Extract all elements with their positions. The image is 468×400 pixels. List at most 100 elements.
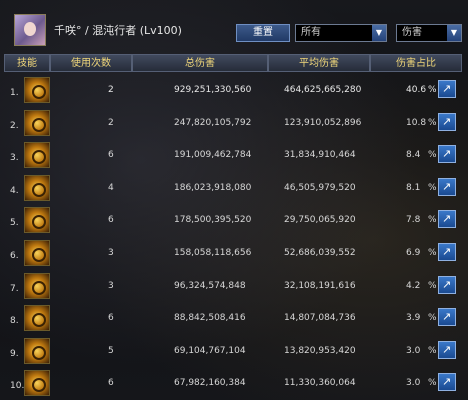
row-total-damage: 88,842,508,416: [174, 313, 246, 324]
row-uses: 3: [108, 280, 114, 291]
percent-sign: %: [428, 247, 437, 258]
percent-sign: %: [428, 313, 437, 324]
row-damage-share: 6.9: [406, 247, 421, 258]
chevron-down-icon: ▼: [372, 25, 386, 41]
table-row: 4. 4 186,023,918,080 46,505,979,520 8.1 …: [4, 172, 462, 205]
share-icon[interactable]: ↗: [438, 373, 456, 392]
row-average-damage: 123,910,052,896: [284, 117, 362, 128]
row-damage-share: 3.0: [406, 378, 421, 389]
share-icon[interactable]: ↗: [438, 210, 456, 229]
table-header: 技能 使用次数 总伤害 平均伤害 伤害占比: [4, 54, 462, 72]
row-rank: 10.: [10, 381, 25, 392]
row-rank: 2.: [10, 120, 19, 131]
avatar-face: [24, 22, 36, 36]
damage-panel-header: 千咲° / 混沌行者 (Lv100) 重置 所有 ▼ 伤害 ▼: [0, 0, 468, 52]
share-icon[interactable]: ↗: [438, 275, 456, 294]
row-average-damage: 46,505,979,520: [284, 182, 356, 193]
row-total-damage: 69,104,767,104: [174, 345, 246, 356]
row-rank: 8.: [10, 316, 19, 327]
row-total-damage: 178,500,395,520: [174, 215, 252, 226]
skill-icon: [24, 272, 50, 299]
share-icon[interactable]: ↗: [438, 177, 456, 196]
share-icon[interactable]: ↗: [438, 112, 456, 131]
share-icon[interactable]: ↗: [438, 242, 456, 261]
row-rank: 5.: [10, 218, 19, 229]
row-total-damage: 96,324,574,848: [174, 280, 246, 291]
row-damage-share: 7.8: [406, 215, 421, 226]
row-rank: 1.: [10, 88, 19, 98]
row-average-damage: 464,625,665,280: [284, 85, 362, 95]
table-row: 2. 2 247,820,105,792 123,910,052,896 10.…: [4, 107, 462, 140]
column-total-damage[interactable]: 总伤害: [132, 54, 268, 72]
percent-sign: %: [428, 85, 437, 95]
row-rank: 6.: [10, 250, 19, 261]
row-total-damage: 191,009,462,784: [174, 150, 252, 161]
skill-icon: [24, 370, 50, 397]
table-row: 8. 6 88,842,508,416 14,807,084,736 3.9 %…: [4, 302, 462, 335]
row-average-damage: 32,108,191,616: [284, 280, 356, 291]
row-damage-share: 8.4: [406, 150, 421, 161]
skill-icon: [24, 239, 50, 266]
row-total-damage: 247,820,105,792: [174, 117, 252, 128]
share-icon[interactable]: ↗: [438, 145, 456, 164]
row-uses: 6: [108, 150, 114, 161]
skill-icon: [24, 207, 50, 234]
row-total-damage: 186,023,918,080: [174, 182, 252, 193]
percent-sign: %: [428, 215, 437, 226]
skill-icon: [24, 142, 50, 169]
table-row: 7. 3 96,324,574,848 32,108,191,616 4.2 %…: [4, 270, 462, 303]
row-average-damage: 52,686,039,552: [284, 247, 356, 258]
percent-sign: %: [428, 117, 437, 128]
percent-sign: %: [428, 280, 437, 291]
character-name: 千咲° / 混沌行者 (Lv100): [54, 24, 182, 37]
row-damage-share: 3.9: [406, 313, 421, 324]
row-uses: 4: [108, 182, 114, 193]
column-uses[interactable]: 使用次数: [50, 54, 132, 72]
reset-button[interactable]: 重置: [236, 24, 290, 42]
column-average-damage[interactable]: 平均伤害: [268, 54, 370, 72]
percent-sign: %: [428, 378, 437, 389]
row-damage-share: 40.6: [406, 85, 427, 95]
skill-icon: [24, 77, 50, 103]
share-icon[interactable]: ↗: [438, 340, 456, 359]
row-rank: 4.: [10, 185, 19, 196]
table-row: 6. 3 158,058,118,656 52,686,039,552 6.9 …: [4, 237, 462, 270]
percent-sign: %: [428, 345, 437, 356]
row-uses: 2: [108, 85, 114, 95]
skill-icon: [24, 109, 50, 136]
skill-damage-table: 1. 2 929,251,330,560 464,625,665,280 40.…: [4, 74, 462, 400]
skill-icon: [24, 174, 50, 201]
target-select[interactable]: 所有 ▼: [295, 24, 387, 42]
column-skill[interactable]: 技能: [4, 54, 50, 72]
row-average-damage: 13,820,953,420: [284, 345, 356, 356]
row-uses: 2: [108, 117, 114, 128]
type-select[interactable]: 伤害 ▼: [396, 24, 462, 42]
row-average-damage: 29,750,065,920: [284, 215, 356, 226]
row-uses: 6: [108, 313, 114, 324]
row-rank: 9.: [10, 348, 19, 359]
row-total-damage: 67,982,160,384: [174, 378, 246, 389]
row-rank: 7.: [10, 283, 19, 294]
table-row: 1. 2 929,251,330,560 464,625,665,280 40.…: [4, 74, 462, 107]
row-total-damage: 158,058,118,656: [174, 247, 252, 258]
row-average-damage: 31,834,910,464: [284, 150, 356, 161]
table-row: 3. 6 191,009,462,784 31,834,910,464 8.4 …: [4, 139, 462, 172]
share-icon[interactable]: ↗: [438, 80, 456, 98]
percent-sign: %: [428, 150, 437, 161]
target-select-value: 所有: [301, 27, 321, 38]
row-average-damage: 11,330,360,064: [284, 378, 356, 389]
skill-icon: [24, 305, 50, 332]
row-uses: 6: [108, 215, 114, 226]
row-uses: 6: [108, 378, 114, 389]
row-damage-share: 4.2: [406, 280, 421, 291]
row-total-damage: 929,251,330,560: [174, 85, 252, 95]
row-damage-share: 10.8: [406, 117, 427, 128]
percent-sign: %: [428, 182, 437, 193]
table-row: 5. 6 178,500,395,520 29,750,065,920 7.8 …: [4, 204, 462, 237]
character-avatar: [14, 14, 46, 46]
share-icon[interactable]: ↗: [438, 308, 456, 327]
row-rank: 3.: [10, 153, 19, 164]
chevron-down-icon: ▼: [447, 25, 461, 41]
column-damage-share[interactable]: 伤害占比: [370, 54, 462, 72]
table-row: 9. 5 69,104,767,104 13,820,953,420 3.0 %…: [4, 335, 462, 368]
